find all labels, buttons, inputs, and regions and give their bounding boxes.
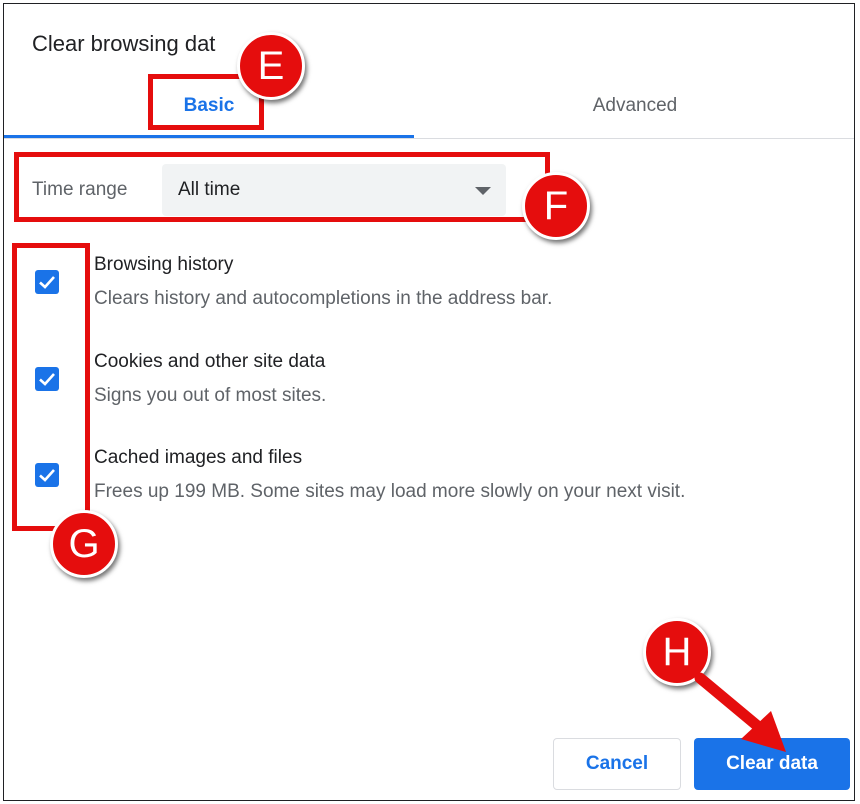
clear-data-button[interactable]: Clear data: [694, 738, 850, 790]
option-browsing-history: Browsing history Clears history and auto…: [32, 254, 832, 320]
tab-advanced[interactable]: Advanced: [414, 74, 854, 138]
tabs-divider: [4, 138, 854, 139]
time-range-row: Time range All time: [32, 164, 506, 216]
option-cookies: Cookies and other site data Signs you ou…: [32, 351, 832, 417]
check-icon: [39, 469, 55, 482]
time-range-label: Time range: [32, 179, 128, 200]
clear-browsing-data-dialog: Clear browsing dat Basic Advanced Time r…: [3, 3, 855, 801]
checkbox-browsing-history[interactable]: [35, 270, 59, 294]
option-title: Cached images and files: [94, 447, 303, 468]
option-title: Browsing history: [94, 254, 234, 275]
check-icon: [39, 276, 55, 289]
dialog-title: Clear browsing dat: [32, 31, 216, 56]
checkbox-cached-images[interactable]: [35, 463, 59, 487]
option-description: Clears history and autocompletions in th…: [94, 288, 553, 309]
option-title: Cookies and other site data: [94, 351, 326, 372]
tab-basic[interactable]: Basic: [4, 74, 414, 138]
tab-bar: Basic Advanced: [4, 74, 854, 140]
time-range-select[interactable]: All time: [162, 164, 506, 216]
checkbox-cookies[interactable]: [35, 367, 59, 391]
check-icon: [39, 373, 55, 386]
option-description: Frees up 199 MB. Some sites may load mor…: [94, 481, 686, 502]
cancel-button[interactable]: Cancel: [553, 738, 681, 790]
chevron-down-icon: [475, 187, 491, 195]
option-description: Signs you out of most sites.: [94, 385, 327, 406]
time-range-value: All time: [178, 179, 241, 200]
option-cached-images: Cached images and files Frees up 199 MB.…: [32, 447, 832, 513]
